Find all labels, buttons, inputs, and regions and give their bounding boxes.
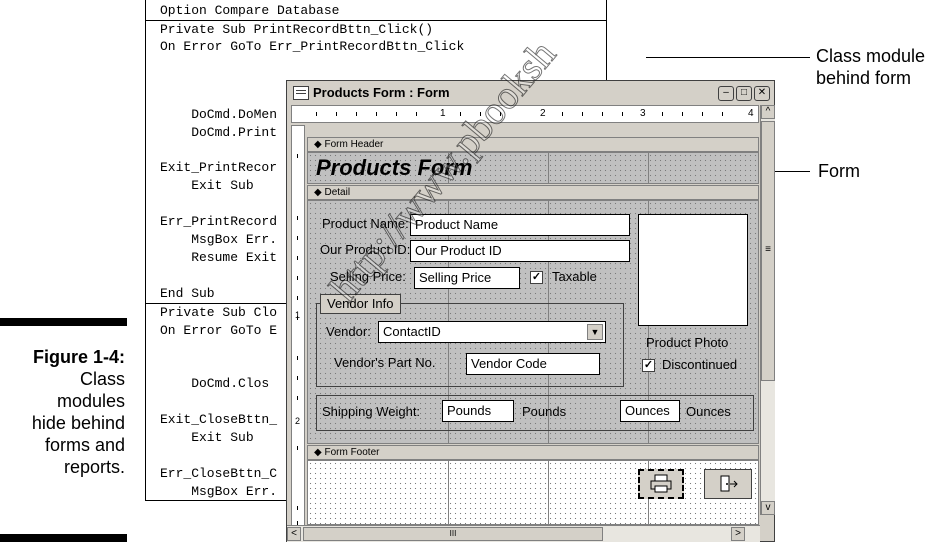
section-label: Form Header <box>324 139 384 150</box>
class-module-leader-line <box>646 57 810 58</box>
code-separator <box>146 20 606 21</box>
code-line: MsgBox Err. <box>160 484 278 499</box>
section-label: Detail <box>324 187 351 198</box>
code-line: Exit Sub <box>160 178 254 193</box>
vendor-code-field[interactable]: Vendor Code <box>466 353 600 375</box>
print-record-button[interactable] <box>638 469 684 499</box>
product-id-field[interactable]: Our Product ID <box>410 240 630 262</box>
close-form-button[interactable] <box>704 469 752 499</box>
code-line: Exit_CloseBttn_ <box>160 412 278 427</box>
code-line: DoCmd.Print <box>160 125 278 140</box>
caption-line: forms and <box>44 435 125 455</box>
code-line: On Error GoTo E <box>160 323 278 338</box>
caption-rule-bottom <box>0 534 127 542</box>
maximize-button[interactable]: □ <box>736 86 752 101</box>
vendor-part-label: Vendor's Part No. <box>334 355 436 370</box>
product-photo-label: Product Photo <box>646 335 729 350</box>
caption-line: modules <box>56 391 125 411</box>
horizontal-scroll-thumb[interactable]: III <box>303 527 603 541</box>
taxable-label: Taxable <box>552 269 597 284</box>
figure-caption: Figure 1-4: Class modules hide behind fo… <box>0 346 125 478</box>
printer-icon <box>650 474 672 493</box>
chevron-down-icon[interactable]: ▼ <box>587 324 603 340</box>
products-form-window[interactable]: Products Form : Form – □ ✕ 1 2 3 4 1 2 ◆… <box>286 80 775 542</box>
class-module-annotation: Class module behind form <box>816 45 925 89</box>
code-line: Exit_PrintRecor <box>160 160 278 175</box>
ruler-number: 1 <box>440 108 446 119</box>
ounces-field[interactable]: Ounces <box>620 400 680 422</box>
pounds-label: Pounds <box>522 404 567 419</box>
ruler-number: 2 <box>540 108 546 119</box>
minimize-button[interactable]: – <box>718 86 734 101</box>
ruler-number: 4 <box>748 108 754 119</box>
form-header-section-bar[interactable]: ◆ Form Header <box>307 137 759 152</box>
caption-line: Class <box>79 369 125 389</box>
ruler-number: 3 <box>640 108 646 119</box>
code-line: Err_PrintRecord <box>160 214 278 229</box>
form-annotation: Form <box>818 161 860 181</box>
vendor-combo-box[interactable]: ContactID ▼ <box>378 321 606 343</box>
product-photo-frame[interactable] <box>638 214 748 326</box>
code-line: Private Sub Clo <box>160 305 278 320</box>
vruler-number: 2 <box>295 416 301 426</box>
exit-door-icon <box>720 475 738 492</box>
selling-price-field[interactable]: Selling Price <box>414 267 520 289</box>
form-footer-area[interactable] <box>307 460 759 525</box>
pounds-field[interactable]: Pounds <box>442 400 514 422</box>
scroll-left-button[interactable]: < <box>287 527 301 541</box>
code-line: DoCmd.Clos <box>160 376 270 391</box>
code-line: Err_CloseBttn_C <box>160 466 278 481</box>
vendor-label: Vendor: <box>326 324 371 339</box>
code-line: Option Compare Database <box>160 3 340 18</box>
scroll-up-button[interactable]: ^ <box>761 105 775 119</box>
ounces-label: Ounces <box>686 404 731 419</box>
section-label: Form Footer <box>324 447 380 458</box>
form-window-icon <box>293 86 309 100</box>
code-line: End Sub <box>160 286 215 301</box>
vertical-scrollbar[interactable]: ^ ≡ v <box>760 105 775 515</box>
code-line: MsgBox Err. <box>160 232 278 247</box>
annotation-line: Class module <box>816 46 926 66</box>
close-button[interactable]: ✕ <box>754 86 770 101</box>
code-line: Resume Exit <box>160 250 278 265</box>
caption-line: reports. <box>63 457 125 477</box>
caption-rule-top <box>0 318 127 326</box>
caption-line: hide behind <box>31 413 125 433</box>
vruler-number: 1 <box>295 310 301 320</box>
shipping-weight-label: Shipping Weight: <box>322 404 421 419</box>
code-line: On Error GoTo Err_PrintRecordBttn_Click <box>160 39 465 54</box>
code-line: Exit Sub <box>160 430 254 445</box>
form-footer-section-bar[interactable]: ◆ Form Footer <box>307 445 759 460</box>
scroll-down-button[interactable]: v <box>761 501 775 515</box>
caption-label: Figure 1-4: <box>32 347 125 367</box>
annotation-line: behind form <box>816 68 912 88</box>
vertical-scroll-thumb[interactable]: ≡ <box>761 121 775 381</box>
code-line: DoCmd.DoMen <box>160 107 278 122</box>
vertical-ruler: 1 2 <box>291 125 305 539</box>
form-header-area[interactable]: Products Form <box>307 152 759 184</box>
detail-section-bar[interactable]: ◆ Detail <box>307 185 759 200</box>
form-window-title: Products Form : Form <box>313 85 450 100</box>
taxable-checkbox[interactable]: ✓ <box>530 271 543 284</box>
discontinued-checkbox[interactable]: ✓ <box>642 359 655 372</box>
vendor-value: ContactID <box>383 324 441 339</box>
horizontal-scrollbar[interactable]: < III > <box>287 525 760 542</box>
product-name-field[interactable]: Product Name <box>410 214 630 236</box>
discontinued-label: Discontinued <box>662 357 738 372</box>
code-line: Private Sub PrintRecordBttn_Click() <box>160 22 434 37</box>
scroll-right-button[interactable]: > <box>731 527 745 541</box>
